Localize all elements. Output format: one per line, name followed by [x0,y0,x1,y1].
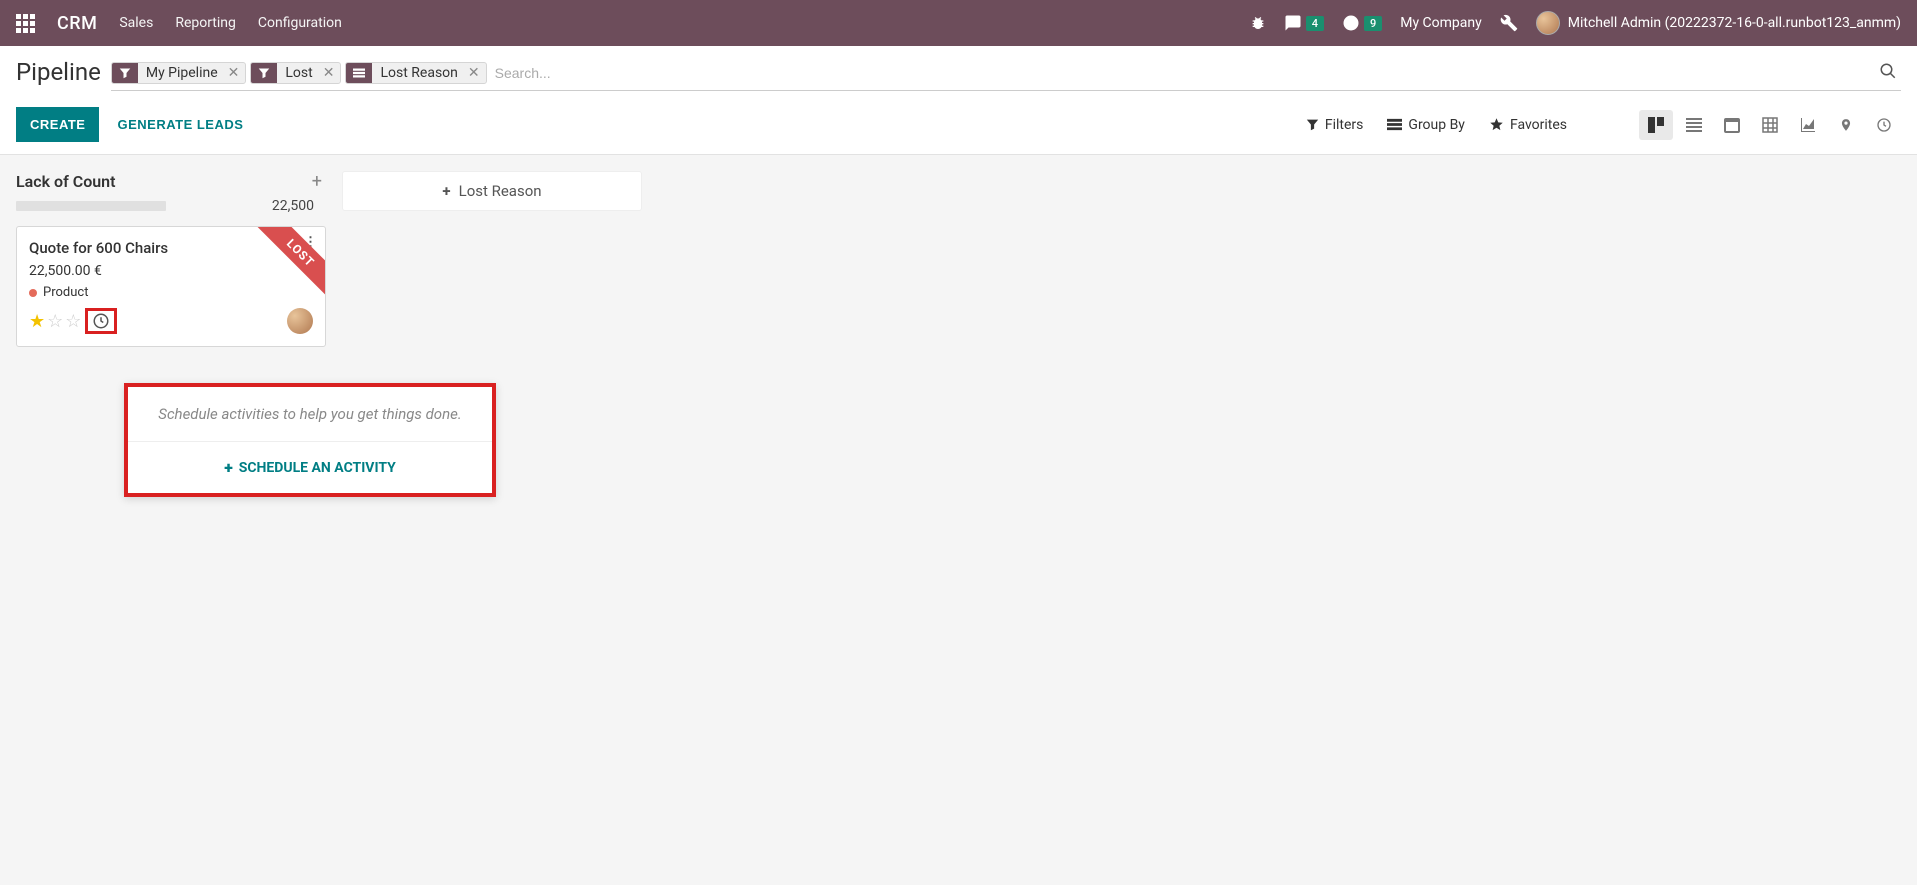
search-icon[interactable] [1875,58,1901,88]
messaging-icon[interactable]: 4 [1284,14,1324,32]
search-bar[interactable]: My Pipeline ✕ Lost ✕ Lost Reason ✕ [111,58,1901,91]
navbar-left: CRM Sales Reporting Configuration [16,13,342,34]
column-total: 22,500 [272,198,326,214]
avatar-icon [1536,11,1560,35]
favorites-dropdown[interactable]: Favorites [1489,117,1567,133]
kanban-board: Lack of Count + 22,500 ⋮ LOST Quote for … [0,155,1917,363]
plus-icon: + [442,182,450,200]
schedule-activity-button[interactable]: + SCHEDULE AN ACTIVITY [128,442,492,493]
view-graph[interactable] [1791,110,1825,140]
user-name: Mitchell Admin (20222372-16-0-all.runbot… [1568,15,1901,31]
debug-icon[interactable] [1250,15,1266,31]
navbar-right: 4 9 My Company Mitchell Admin (20222372-… [1250,11,1901,35]
kanban-column: Lack of Count + 22,500 ⋮ LOST Quote for … [16,171,326,347]
generate-leads-button[interactable]: GENERATE LEADS [109,107,251,142]
facet-my-pipeline[interactable]: My Pipeline ✕ [111,62,247,84]
facet-remove[interactable]: ✕ [226,65,242,81]
filters-label: Filters [1325,117,1364,133]
view-switcher [1639,110,1901,140]
view-list[interactable] [1677,110,1711,140]
app-title[interactable]: CRM [57,13,97,34]
groupby-label: Group By [1408,117,1465,133]
filters-dropdown[interactable]: Filters [1306,117,1364,133]
tag-color-dot [29,289,37,297]
priority-stars[interactable]: ★ ☆ ☆ [29,308,117,334]
view-activity[interactable] [1867,110,1901,140]
facet-label: Lost [277,65,320,81]
activities-icon[interactable]: 9 [1342,14,1382,32]
activities-badge: 9 [1364,16,1382,31]
create-button[interactable]: CREATE [16,107,99,142]
card-tags: Product [29,285,313,300]
view-calendar[interactable] [1715,110,1749,140]
page-title: Pipeline [16,58,101,86]
messaging-badge: 4 [1306,16,1324,31]
control-panel: Pipeline My Pipeline ✕ Lost ✕ Lost Reaso… [0,46,1917,155]
company-switcher[interactable]: My Company [1400,15,1482,31]
filter-icon [112,63,138,83]
schedule-activity-popover: Schedule activities to help you get thin… [124,383,496,497]
ghost-column-lost-reason[interactable]: + Lost Reason [342,171,642,211]
facet-lost-reason[interactable]: Lost Reason ✕ [345,62,486,84]
view-kanban[interactable] [1639,110,1673,140]
filter-icon [251,63,277,83]
facet-label: Lost Reason [372,65,465,81]
star-icon[interactable]: ★ [29,311,45,332]
star-icon[interactable]: ☆ [65,311,81,332]
column-title[interactable]: Lack of Count [16,172,115,191]
facet-remove[interactable]: ✕ [466,65,482,81]
plus-icon: + [224,458,233,477]
kanban-card[interactable]: ⋮ LOST Quote for 600 Chairs 22,500.00 € … [16,226,326,347]
groupby-icon [346,63,372,83]
tools-icon[interactable] [1500,14,1518,32]
tag-label: Product [43,285,88,300]
schedule-activity-label: SCHEDULE AN ACTIVITY [239,460,396,476]
groupby-dropdown[interactable]: Group By [1387,117,1465,133]
view-map[interactable] [1829,110,1863,140]
column-quick-create[interactable]: + [312,171,322,192]
star-icon[interactable]: ☆ [47,311,63,332]
card-assignee-avatar[interactable] [287,308,313,334]
card-title: Quote for 600 Chairs [29,239,313,257]
favorites-label: Favorites [1510,117,1567,133]
search-input[interactable] [487,59,1875,87]
nav-configuration[interactable]: Configuration [258,15,342,31]
nav-reporting[interactable]: Reporting [175,15,236,31]
nav-sales[interactable]: Sales [119,15,153,31]
facet-remove[interactable]: ✕ [321,65,337,81]
activity-clock-highlight[interactable] [85,308,117,334]
apps-icon[interactable] [16,14,35,33]
card-amount: 22,500.00 € [29,263,313,279]
facet-lost[interactable]: Lost ✕ [250,62,341,84]
view-pivot[interactable] [1753,110,1787,140]
popover-hint: Schedule activities to help you get thin… [128,387,492,442]
ghost-column-label: Lost Reason [459,182,542,200]
column-progressbar[interactable] [16,201,166,211]
user-menu[interactable]: Mitchell Admin (20222372-16-0-all.runbot… [1536,11,1901,35]
main-navbar: CRM Sales Reporting Configuration 4 9 My… [0,0,1917,46]
facet-label: My Pipeline [138,65,226,81]
